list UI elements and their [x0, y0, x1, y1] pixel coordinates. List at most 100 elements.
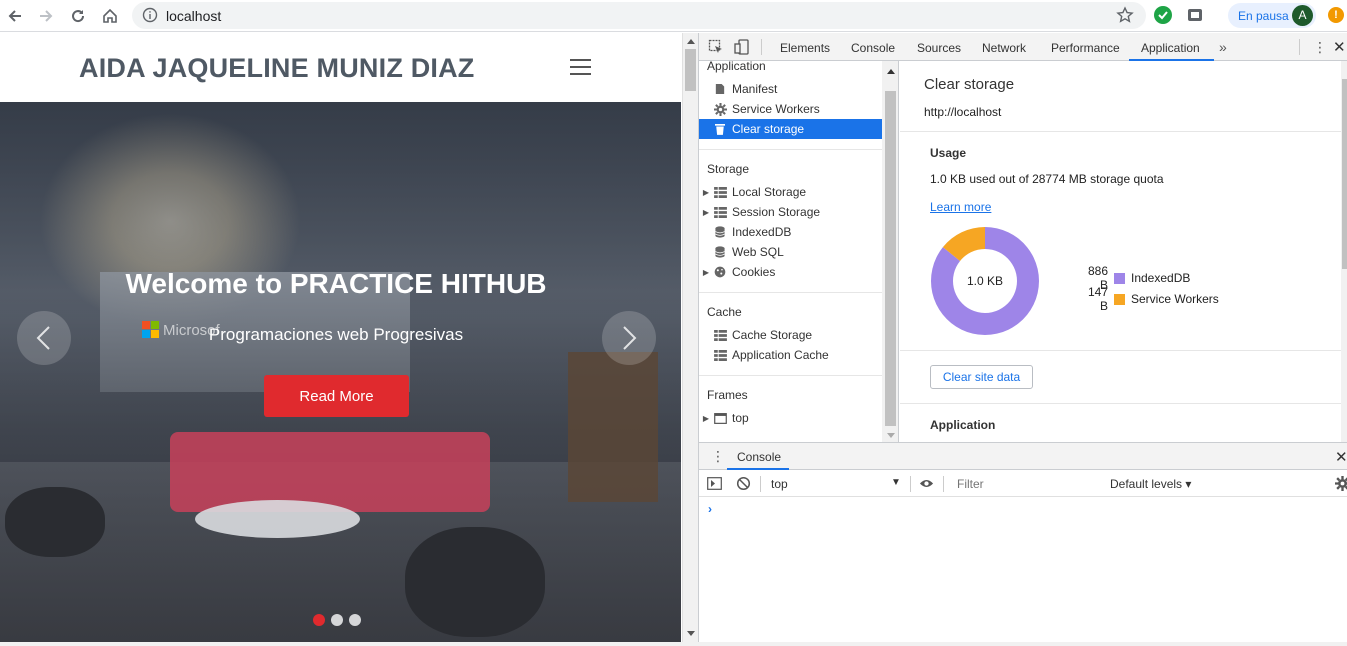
toolbar-divider	[760, 476, 761, 492]
sidebar-item-application-cache[interactable]: Application Cache	[699, 345, 882, 365]
database-icon	[713, 245, 727, 259]
live-expression-eye-icon[interactable]	[919, 476, 934, 491]
carousel-prev-icon[interactable]	[17, 311, 71, 365]
site-info-icon[interactable]	[142, 7, 158, 23]
tab-console-drawer[interactable]: Console	[737, 450, 781, 464]
legend-value: 147 B	[1087, 285, 1108, 313]
console-drawer: ⋮ Console ✕ top ▼ Default levels ▾ ›	[699, 442, 1347, 642]
console-settings-gear-icon[interactable]	[1335, 476, 1347, 491]
sidebar-toggle-icon[interactable]	[707, 476, 722, 491]
scrollbar-thumb[interactable]	[885, 91, 896, 426]
sidebar-scrollbar[interactable]	[882, 61, 898, 442]
sidebar-item-label: Service Workers	[732, 102, 820, 116]
update-warning-icon[interactable]: !	[1328, 7, 1344, 23]
extension-check-icon[interactable]	[1154, 6, 1172, 24]
carousel-dot[interactable]	[331, 614, 343, 626]
sidebar-item-label: Session Storage	[732, 205, 821, 219]
clear-site-data-button[interactable]: Clear site data	[930, 365, 1033, 389]
devtools-tabbar: Elements Console Sources Network Perform…	[699, 33, 1347, 61]
sidebar-item-label: Local Storage	[732, 185, 807, 199]
grid-icon	[713, 348, 727, 362]
scroll-up-icon[interactable]	[687, 39, 695, 44]
more-tabs-icon[interactable]: »	[1219, 39, 1227, 55]
sidebar-item-local-storage[interactable]: ▶ Local Storage	[699, 182, 882, 202]
usage-summary: 1.0 KB used out of 28774 MB storage quot…	[930, 172, 1164, 186]
carousel-dot[interactable]	[349, 614, 361, 626]
menu-hamburger-icon[interactable]	[570, 59, 591, 76]
tab-elements[interactable]: Elements	[780, 41, 830, 55]
drawer-menu-icon[interactable]: ⋮	[711, 448, 725, 465]
context-selector[interactable]: top	[771, 477, 788, 491]
hero-title: Welcome to PRACTICE HITHUB	[125, 268, 547, 299]
carousel-indicators	[313, 614, 361, 626]
site-header: AIDA JAQUELINE MUNIZ DIAZ	[0, 33, 681, 102]
expand-triangle-icon[interactable]: ▶	[699, 414, 713, 423]
device-toolbar-icon[interactable]	[734, 39, 750, 55]
tab-performance[interactable]: Performance	[1051, 41, 1120, 55]
sidebar-item-cookies[interactable]: ▶ Cookies	[699, 262, 882, 282]
tab-application[interactable]: Application	[1141, 41, 1200, 55]
hero-backdrop-planter	[568, 352, 658, 502]
reload-icon[interactable]	[66, 4, 90, 28]
sidebar-item-session-storage[interactable]: ▶ Session Storage	[699, 202, 882, 222]
bookmark-star-icon[interactable]	[1116, 6, 1134, 24]
sidebar-item-frame-top[interactable]: ▶ top	[699, 408, 882, 428]
profile-button[interactable]: En pausa A	[1228, 3, 1316, 28]
grid-icon	[713, 328, 727, 342]
extension-puzzle-icon[interactable]	[1186, 6, 1204, 24]
sidebar-item-service-workers[interactable]: Service Workers	[699, 99, 882, 119]
profile-status-label: En pausa	[1238, 9, 1289, 23]
sidebar-item-manifest[interactable]: Manifest	[699, 79, 882, 99]
scrollbar-thumb[interactable]	[1342, 79, 1347, 269]
home-icon[interactable]	[98, 4, 122, 28]
scroll-down-icon[interactable]	[887, 433, 895, 438]
page-scrollbar[interactable]	[682, 33, 698, 642]
log-levels-dropdown[interactable]: Default levels ▾	[1110, 477, 1191, 491]
close-devtools-icon[interactable]: ✕	[1333, 38, 1346, 56]
console-prompt[interactable]: ›	[708, 502, 712, 516]
scroll-down-icon[interactable]	[687, 631, 695, 636]
chevron-down-icon[interactable]: ▼	[891, 477, 901, 488]
site-brand[interactable]: AIDA JAQUELINE MUNIZ DIAZ	[79, 53, 475, 84]
expand-triangle-icon[interactable]: ▶	[699, 268, 713, 277]
learn-more-link[interactable]: Learn more	[930, 200, 991, 214]
console-filter-input[interactable]	[951, 474, 1101, 493]
sidebar-item-indexeddb[interactable]: IndexedDB	[699, 222, 882, 242]
read-more-button[interactable]: Read More	[264, 375, 409, 417]
grid-icon	[713, 205, 727, 219]
carousel-next-icon[interactable]	[602, 311, 656, 365]
clear-storage-pane: Clear storage http://localhost Usage 1.0…	[900, 61, 1347, 442]
avatar: A	[1292, 5, 1313, 26]
address-bar[interactable]: localhost	[132, 2, 1146, 29]
main-scrollbar[interactable]	[1341, 61, 1347, 442]
close-drawer-icon[interactable]: ✕	[1335, 448, 1347, 466]
tab-console[interactable]: Console	[851, 41, 895, 55]
section-divider	[900, 131, 1341, 132]
toolbar-divider	[910, 476, 911, 492]
forward-arrow-icon[interactable]	[34, 4, 58, 28]
back-arrow-icon[interactable]	[3, 4, 27, 28]
trash-icon	[713, 122, 727, 136]
clear-console-icon[interactable]	[736, 476, 751, 491]
sidebar-item-label: Cookies	[732, 265, 776, 279]
expand-triangle-icon[interactable]: ▶	[699, 208, 713, 217]
sidebar-item-web-sql[interactable]: Web SQL	[699, 242, 882, 262]
database-icon	[713, 225, 727, 239]
customize-menu-icon[interactable]: ⋮	[1313, 39, 1327, 56]
scrollbar-thumb[interactable]	[685, 49, 696, 91]
tab-sources[interactable]: Sources	[917, 41, 961, 55]
origin-url: http://localhost	[924, 105, 1002, 119]
sidebar-heading-storage: Storage	[707, 162, 750, 176]
sidebar-item-label: Web SQL	[732, 245, 784, 259]
hero-subtitle: Programaciones web Progresivas	[208, 325, 464, 344]
carousel-dot[interactable]	[313, 614, 325, 626]
scroll-up-icon[interactable]	[887, 69, 895, 74]
sidebar-item-clear-storage[interactable]: Clear storage	[699, 119, 882, 139]
sidebar-item-cache-storage[interactable]: Cache Storage	[699, 325, 882, 345]
expand-triangle-icon[interactable]: ▶	[699, 188, 713, 197]
tab-network[interactable]: Network	[982, 41, 1026, 55]
url-text[interactable]: localhost	[166, 8, 221, 24]
hero-carousel: Microsof Welcome to PRACTICE HITHUB Prog…	[0, 102, 681, 642]
inspect-element-icon[interactable]	[708, 39, 724, 55]
donut-center-label: 1.0 KB	[967, 274, 1003, 288]
